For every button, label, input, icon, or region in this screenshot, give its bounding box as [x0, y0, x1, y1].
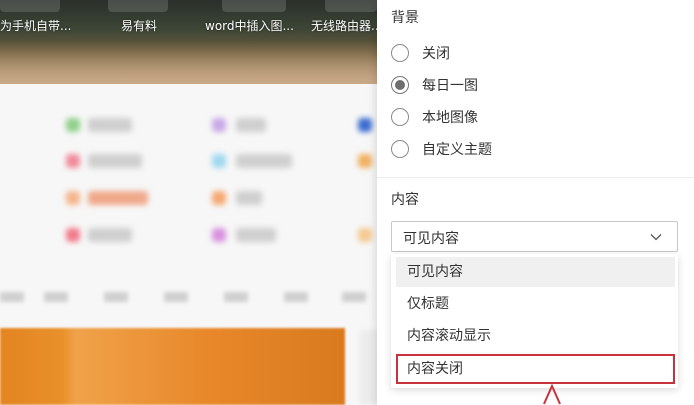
content-select-value: 可见内容 [403, 231, 459, 247]
link-icon [358, 228, 372, 242]
cursor-arrow-icon [543, 384, 561, 405]
link-icon [66, 191, 80, 205]
radio-label: 自定义主题 [422, 142, 492, 158]
shortcut-label[interactable]: 易有料 [121, 17, 157, 34]
link-icon [66, 228, 80, 242]
radio-button-checked[interactable] [391, 76, 409, 94]
content-dropdown-menu: 可见内容 仅标题 内容滚动显示 内容关闭 [391, 254, 678, 388]
radio-label: 每日一图 [422, 78, 478, 94]
radio-option-off[interactable]: 关闭 [391, 42, 450, 64]
link-text [236, 228, 276, 242]
link-icon [212, 228, 226, 242]
shortcut-bar: 为手机自带... 易有料 word中插入图... 无线路由器... [0, 0, 382, 84]
shortcut-label[interactable]: 无线路由器... [311, 17, 382, 34]
link-icon [66, 118, 80, 132]
shortcut-tile [0, 0, 60, 12]
radio-option-daily-image[interactable]: 每日一图 [391, 74, 478, 96]
link-text [88, 154, 142, 168]
link-icon [358, 118, 372, 132]
link-icon [212, 154, 226, 168]
shortcut-label[interactable]: word中插入图... [205, 17, 294, 34]
link-text [88, 228, 132, 242]
blurred-category-row [0, 292, 380, 308]
radio-option-custom-theme[interactable]: 自定义主题 [391, 138, 492, 160]
link-text [236, 154, 292, 168]
link-text [88, 118, 132, 132]
radio-button[interactable] [391, 108, 409, 126]
link-text [236, 191, 262, 205]
link-icon [66, 154, 80, 168]
blurred-banner [0, 328, 345, 405]
shortcut-label[interactable]: 为手机自带... [0, 17, 71, 34]
radio-option-local-image[interactable]: 本地图像 [391, 106, 478, 128]
radio-dot-icon [395, 80, 405, 90]
link-text [88, 191, 148, 205]
dropdown-item-scroll-display[interactable]: 内容滚动显示 [396, 321, 675, 351]
shortcut-tile [108, 0, 168, 12]
background-section-title: 背景 [391, 10, 419, 26]
radio-label: 关闭 [422, 46, 450, 62]
dropdown-item-content-off[interactable]: 内容关闭 [396, 354, 675, 384]
shortcut-tile [222, 0, 286, 12]
link-icon [212, 191, 226, 205]
dropdown-item-visible-content[interactable]: 可见内容 [396, 257, 675, 287]
link-icon [358, 154, 372, 168]
content-select[interactable]: 可见内容 [391, 221, 678, 252]
dropdown-item-title-only[interactable]: 仅标题 [396, 289, 675, 319]
settings-panel: 背景 关闭 每日一图 本地图像 自定义主题 内容 可见内容 可见内容 仅标题 内… [377, 0, 694, 405]
radio-button[interactable] [391, 44, 409, 62]
radio-label: 本地图像 [422, 110, 478, 126]
link-text [236, 118, 266, 132]
section-divider [377, 177, 694, 178]
blurred-link-grid [0, 96, 380, 276]
shortcut-tile [325, 0, 377, 12]
chevron-down-icon [650, 234, 662, 241]
content-section-title: 内容 [391, 192, 419, 208]
radio-button[interactable] [391, 140, 409, 158]
link-icon [212, 118, 226, 132]
